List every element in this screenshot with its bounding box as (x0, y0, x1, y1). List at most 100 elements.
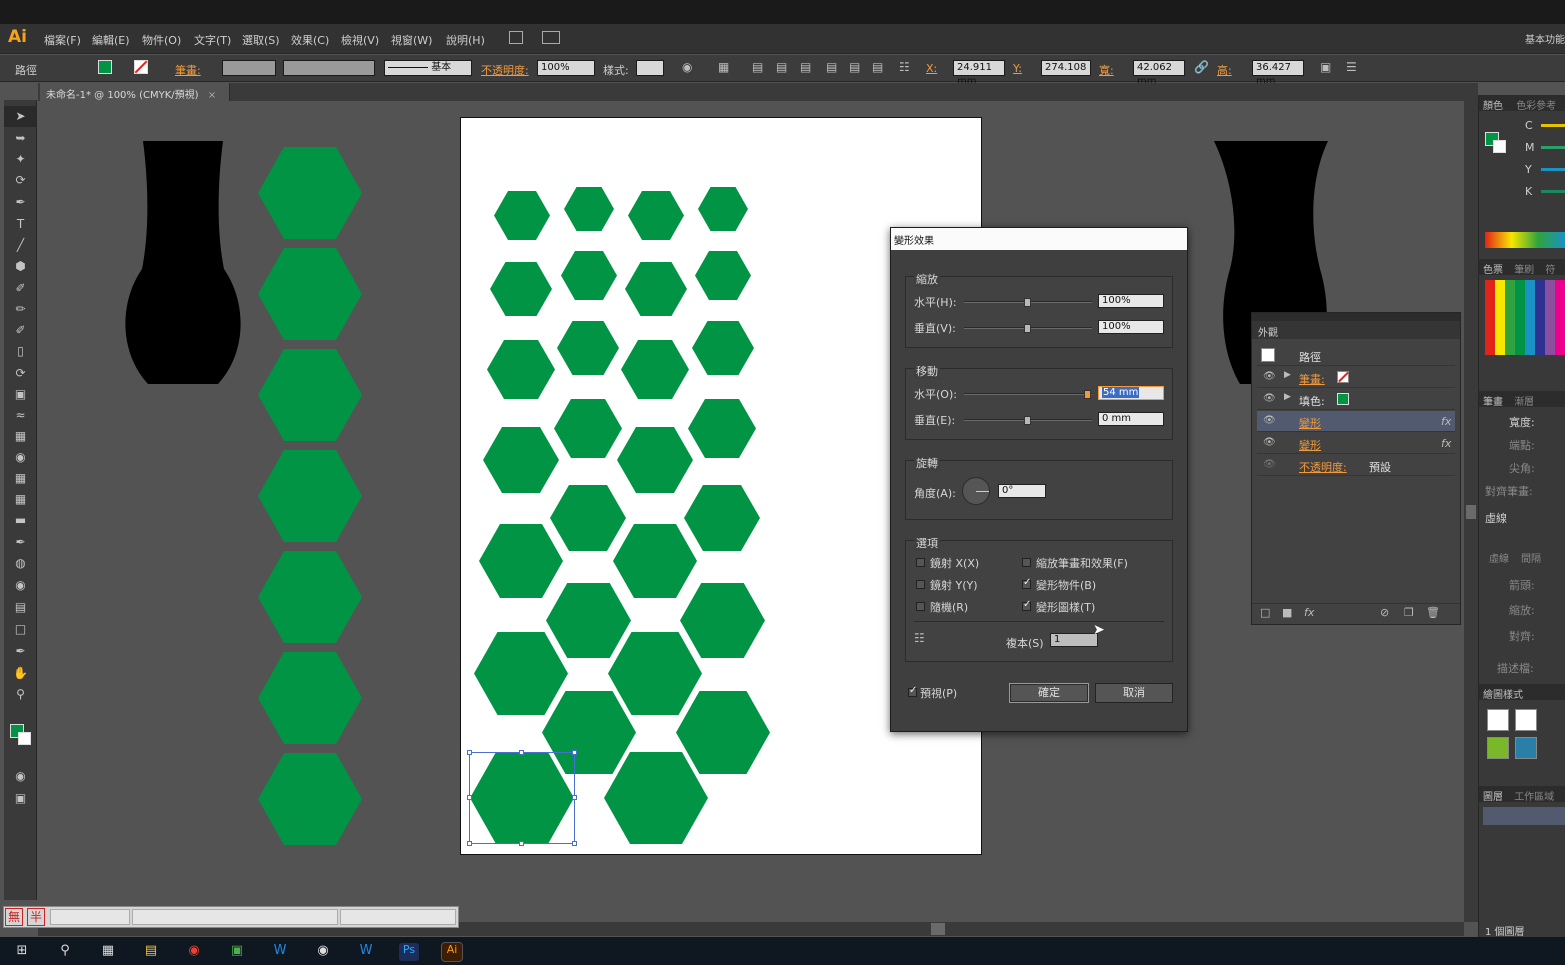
appearance-effect-row[interactable]: 👁 變形 fx (1257, 433, 1455, 454)
hexagon[interactable] (692, 321, 754, 375)
align-right-icon[interactable]: ▤ (800, 60, 811, 74)
hexagon[interactable] (258, 147, 362, 239)
warp-tool-icon[interactable]: ≈ (4, 405, 37, 426)
appearance-fill-row[interactable]: 👁 ▶ 填色: (1257, 389, 1455, 410)
tab-brushes[interactable]: 筆刷 (1514, 265, 1534, 276)
scale-v-input[interactable]: 100% (1098, 320, 1164, 334)
menu-object[interactable]: 物件(O) (142, 32, 181, 48)
vase-shape-left[interactable] (118, 139, 248, 389)
line-tool-icon[interactable]: ╱ (4, 235, 37, 256)
arrange-documents-icon[interactable] (542, 31, 560, 44)
blob-brush-tool-icon[interactable]: ✐ (4, 320, 37, 341)
visibility-eye-icon[interactable]: 👁 (1263, 415, 1276, 426)
height-label[interactable]: 高: (1217, 62, 1232, 78)
selection-tool-icon[interactable]: ➤ (4, 106, 37, 127)
dashed-line-label[interactable]: 虛線 (1485, 510, 1507, 526)
reference-point-icon[interactable]: ☷ (899, 60, 910, 74)
control-menu-icon[interactable]: ☰ (1346, 60, 1357, 74)
scale-h-input[interactable]: 100% (1098, 294, 1164, 308)
expand-triangle-icon[interactable]: ▶ (1284, 370, 1291, 380)
stroke-weight-field[interactable] (222, 60, 276, 76)
tab-symbols[interactable]: 符 (1545, 265, 1555, 276)
slider-knob[interactable] (1084, 390, 1091, 399)
hexagon[interactable] (680, 583, 765, 658)
file-explorer-icon[interactable]: ▤ (141, 943, 161, 961)
resize-handle[interactable] (467, 750, 472, 755)
ok-button[interactable]: 確定 (1009, 683, 1089, 703)
hexagon[interactable] (613, 524, 697, 598)
hexagon[interactable] (695, 251, 751, 300)
tab-stroke[interactable]: 筆畫 (1483, 397, 1503, 408)
opacity-attr-label[interactable]: 不透明度: (1299, 459, 1347, 475)
document-tab-close[interactable]: × (208, 90, 216, 101)
magic-wand-tool-icon[interactable]: ✦ (4, 149, 37, 170)
fill-attr-label[interactable]: 填色: (1299, 393, 1325, 409)
hexagon[interactable] (688, 399, 756, 458)
hexagon[interactable] (474, 632, 568, 715)
cmyk-y-slider[interactable] (1541, 168, 1565, 171)
align-middle-icon[interactable]: ▤ (849, 60, 860, 74)
menu-window[interactable]: 視窗(W) (391, 32, 432, 48)
hexagon[interactable] (546, 583, 631, 658)
pencil-tool-icon[interactable]: ✏ (4, 299, 37, 320)
opacity-field[interactable]: 100% (537, 60, 595, 76)
hexagon[interactable] (628, 191, 684, 240)
preview-checkbox[interactable] (908, 685, 917, 697)
transform-effect-label[interactable]: 變形 (1299, 437, 1321, 453)
wave-app-icon[interactable]: W (270, 943, 290, 961)
graphic-style-picker[interactable] (636, 60, 664, 76)
perspective-grid-tool-icon[interactable]: ▦ (4, 468, 37, 489)
add-fill-icon[interactable]: ■ (1282, 606, 1292, 619)
tab-swatches[interactable]: 色票 (1483, 265, 1503, 276)
slice-tool-icon[interactable]: ✒ (4, 641, 37, 662)
photoshop-icon[interactable]: Ps (399, 943, 419, 961)
hexagon[interactable] (564, 187, 614, 231)
align-left-icon[interactable]: ▤ (752, 60, 763, 74)
fill-swatch[interactable] (98, 60, 112, 74)
ime-mode-button[interactable]: 無 (5, 908, 23, 926)
cancel-button[interactable]: 取消 (1095, 683, 1173, 703)
resize-handle[interactable] (572, 750, 577, 755)
width-field[interactable]: 42.062 mm (1133, 60, 1185, 87)
move-v-input[interactable]: 0 mm (1098, 412, 1164, 426)
recolor-artwork-icon[interactable]: ◉ (682, 60, 692, 74)
duplicate-item-icon[interactable]: ❐ (1404, 606, 1414, 619)
eyedropper-tool-icon[interactable]: ✒ (4, 532, 37, 553)
appearance-object-row[interactable]: 路徑 (1257, 345, 1455, 366)
drawing-mode-icon[interactable]: ◉ (4, 766, 37, 787)
chrome-icon[interactable]: ◉ (184, 943, 204, 961)
appearance-effect-row[interactable]: 👁 變形 fx (1257, 411, 1455, 432)
align-top-icon[interactable]: ▤ (826, 60, 837, 74)
vertical-scrollbar[interactable] (1464, 101, 1478, 922)
stroke-attr-label[interactable]: 筆畫: (1299, 371, 1325, 387)
tab-gradient[interactable]: 漸層 (1514, 397, 1534, 408)
tab-color[interactable]: 顏色 (1483, 101, 1503, 112)
horizontal-scroll-thumb[interactable] (931, 923, 945, 935)
hexagon[interactable] (258, 652, 362, 744)
slider-knob[interactable] (1024, 324, 1031, 333)
hexagon[interactable] (621, 340, 689, 399)
hexagon[interactable] (676, 691, 770, 774)
reference-point-locator-icon[interactable]: ☷ (914, 631, 925, 645)
hexagon[interactable] (258, 551, 362, 643)
color-panel-stroke[interactable] (1493, 140, 1506, 153)
hexagon[interactable] (487, 340, 555, 399)
align-to-icon[interactable]: ▦ (718, 60, 729, 74)
lasso-tool-icon[interactable]: ⟳ (4, 170, 37, 191)
rotate-tool-icon[interactable]: ⟳ (4, 363, 37, 384)
brush-definition[interactable]: 基本 (384, 60, 472, 76)
constrain-proportions-icon[interactable]: 🔗 (1194, 60, 1209, 74)
hexagon[interactable] (625, 262, 687, 316)
height-field[interactable]: 36.427 mm (1252, 60, 1304, 87)
slider-knob[interactable] (1024, 298, 1031, 307)
hexagon[interactable] (684, 485, 760, 551)
direct-selection-tool-icon[interactable]: ➥ (4, 128, 37, 149)
hexagon[interactable] (698, 187, 748, 231)
visibility-eye-icon[interactable]: 👁 (1263, 393, 1276, 404)
appearance-stroke-row[interactable]: 👁 ▶ 筆畫: (1257, 367, 1455, 388)
resize-handle[interactable] (467, 795, 472, 800)
transform-patterns-checkbox[interactable] (1022, 599, 1031, 611)
color-spectrum[interactable] (1485, 232, 1565, 248)
random-checkbox[interactable] (916, 602, 925, 611)
clear-appearance-icon[interactable]: ⊘ (1380, 606, 1389, 619)
